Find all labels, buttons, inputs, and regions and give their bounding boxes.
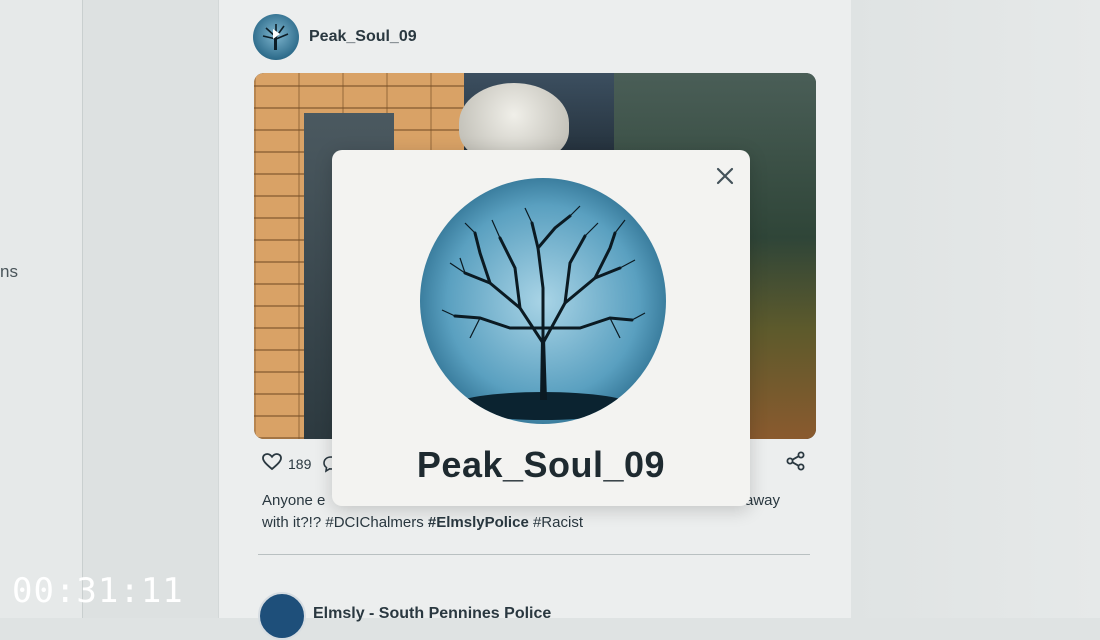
gutter — [83, 0, 218, 618]
right-background — [851, 0, 1100, 618]
heart-icon[interactable] — [262, 452, 282, 476]
share-icon[interactable] — [785, 450, 807, 472]
next-post-author-name[interactable]: Elmsly - South Pennines Police — [313, 605, 551, 623]
post-text-end: away — [745, 492, 781, 509]
post-text-start: Anyone e — [262, 492, 326, 509]
close-icon[interactable] — [713, 164, 737, 188]
sidebar-label-fragment: ns — [0, 262, 18, 281]
police-avatar[interactable] — [258, 592, 306, 640]
tree-avatar-large — [420, 178, 666, 424]
post-text-line2-suffix: #Racist — [528, 514, 583, 531]
post-author-name[interactable]: Peak_Soul_09 — [309, 28, 417, 46]
post-divider — [258, 554, 810, 555]
modal-profile-name: Peak_Soul_09 — [416, 444, 666, 485]
like-count: 189 — [288, 456, 312, 472]
left-sidebar: ns — [0, 0, 83, 618]
video-timecode: 00:31:11 — [12, 571, 184, 611]
post-text-line2-prefix: with it?!? #DCIChalmers — [262, 514, 428, 531]
hashtag-elmsly-police[interactable]: #ElmslyPolice — [428, 514, 529, 531]
post-actions: 189 — [262, 452, 312, 476]
author-avatar[interactable] — [253, 14, 299, 60]
